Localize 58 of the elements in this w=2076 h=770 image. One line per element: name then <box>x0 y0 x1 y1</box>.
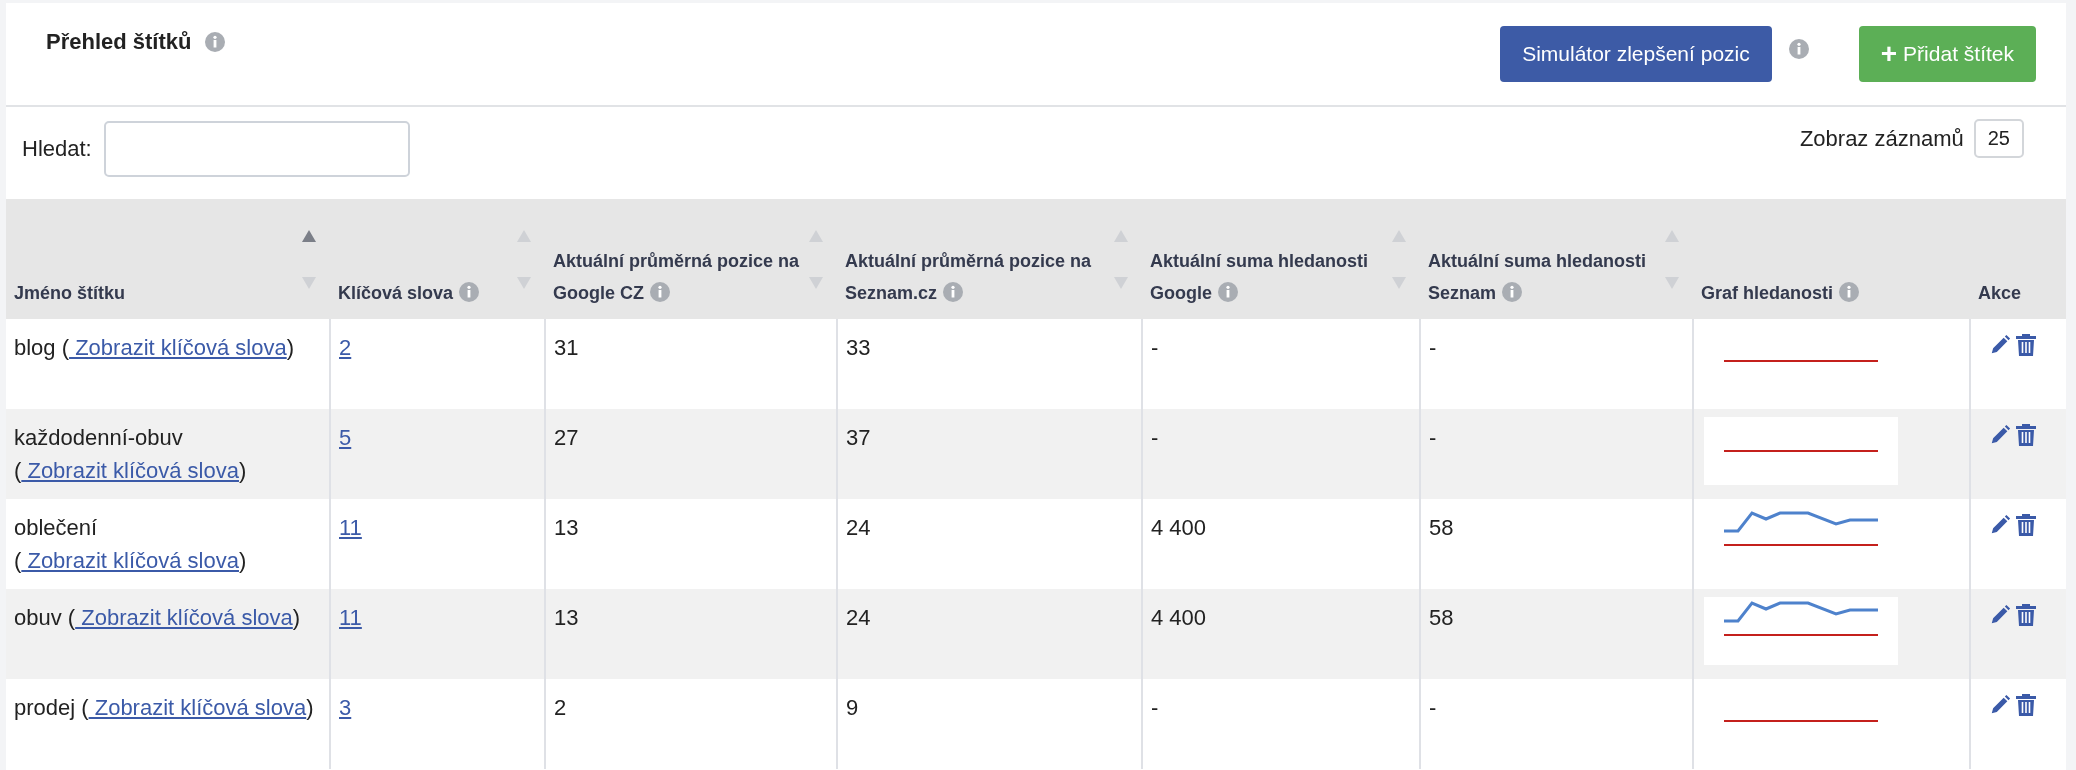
table-cell: 13 <box>554 605 579 630</box>
delete-trash-icon[interactable] <box>2015 423 2037 447</box>
keyword-count-link[interactable]: 5 <box>339 425 352 450</box>
show-keywords-link[interactable]: Zobrazit klíčová slova <box>69 335 287 360</box>
table-cell: - <box>1429 425 1437 450</box>
table-cell: 31 <box>554 335 579 360</box>
show-keywords-link[interactable]: Zobrazit klíčová slova <box>21 458 239 483</box>
tag-name: prodej ( Zobrazit klíčová slova) <box>14 695 314 720</box>
tag-name: oblečení ( Zobrazit klíčová slova) <box>14 515 247 573</box>
delete-trash-icon[interactable] <box>2015 603 2037 627</box>
tag-name: každodenní-obuv ( Zobrazit klíčová slova) <box>14 425 247 483</box>
delete-trash-icon[interactable] <box>2015 513 2037 537</box>
show-keywords-link[interactable]: Zobrazit klíčová slova <box>21 548 239 573</box>
info-icon[interactable] <box>1839 282 1860 302</box>
tag-name: obuv ( Zobrazit klíčová slova) <box>14 605 301 630</box>
info-icon[interactable] <box>459 282 480 302</box>
column-header[interactable]: Akce <box>1978 277 2022 309</box>
table-cell: 2 <box>554 695 567 720</box>
page-size-label: Zobraz záznamů <box>1799 125 1964 152</box>
table-cell: - <box>1151 335 1159 360</box>
table-cell: 9 <box>846 695 859 720</box>
table-cell: 37 <box>846 425 871 450</box>
search-label: Hledat: <box>22 136 92 162</box>
table-cell: - <box>1429 335 1437 360</box>
sort-up-icon[interactable] <box>302 230 316 242</box>
show-keywords-link[interactable]: Zobrazit klíčová slova <box>75 605 293 630</box>
search-field[interactable] <box>103 121 410 177</box>
table-cell: 24 <box>846 515 871 540</box>
table-cell: - <box>1429 695 1437 720</box>
simulator-button[interactable]: Simulátor zlepšení pozic <box>1500 26 1772 82</box>
keyword-count-link[interactable]: 11 <box>339 605 362 630</box>
table-cell: 58 <box>1429 605 1454 630</box>
info-icon[interactable] <box>943 282 964 302</box>
page-size-field[interactable]: 25 <box>1973 119 2024 158</box>
table-cell: 27 <box>554 425 579 450</box>
keyword-count-link[interactable]: 2 <box>339 335 352 360</box>
info-icon[interactable] <box>205 32 226 52</box>
keyword-count-link[interactable]: 11 <box>339 515 362 540</box>
table-cell: 33 <box>846 335 871 360</box>
info-icon[interactable] <box>1788 39 1809 59</box>
info-icon[interactable] <box>1502 282 1523 302</box>
column-header[interactable]: Graf hledanosti <box>1701 277 1860 309</box>
table-cell: 58 <box>1429 515 1454 540</box>
delete-trash-icon[interactable] <box>2015 693 2037 717</box>
table-cell: 24 <box>846 605 871 630</box>
column-header[interactable]: Klíčová slova <box>338 277 480 309</box>
delete-trash-icon[interactable] <box>2015 333 2037 357</box>
table-cell: - <box>1151 425 1159 450</box>
table-cell: - <box>1151 695 1159 720</box>
info-icon[interactable] <box>1218 282 1238 302</box>
column-header[interactable]: Jméno štítku <box>14 277 126 309</box>
table-cell: 13 <box>554 515 579 540</box>
table-cell: 4 400 <box>1151 515 1207 540</box>
page-title: Přehled štítků <box>46 29 192 55</box>
table-cell: 4 400 <box>1151 605 1207 630</box>
info-icon[interactable] <box>650 282 670 302</box>
keyword-count-link[interactable]: 3 <box>339 695 352 720</box>
tag-name: blog ( Zobrazit klíčová slova) <box>14 335 294 360</box>
